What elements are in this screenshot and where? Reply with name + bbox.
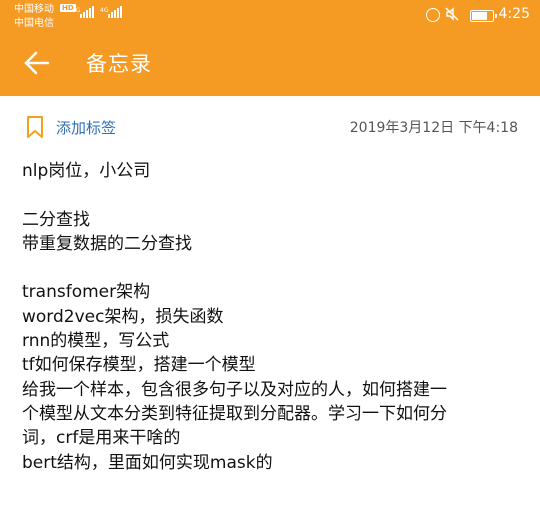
battery-icon (470, 10, 497, 22)
bookmark-icon[interactable] (26, 116, 44, 138)
carrier-info: 中国移动 中国电信 (14, 3, 54, 31)
back-button[interactable] (22, 48, 52, 78)
alarm-icon (426, 8, 440, 22)
note-line (22, 183, 522, 207)
note-date: 2019年3月12日 下午4:18 (349, 120, 518, 136)
mute-icon (444, 6, 460, 25)
arrow-left-icon (24, 51, 50, 75)
note-line: 个模型从文本分类到特征提取到分配器。学习一下如何分 (22, 403, 447, 424)
tag-row: 添加标签 2019年3月12日 下午4:18 (0, 108, 540, 148)
note-line: transfomer架构 (22, 282, 151, 303)
note-line: word2vec架构，损失函数 (22, 306, 224, 327)
status-bar: 中国移动 中国电信 HD 4G 4G 4:25 (0, 0, 540, 34)
carrier-2: 中国电信 (14, 18, 54, 29)
status-time: 4:25 (498, 6, 530, 22)
signal-icon (108, 6, 123, 18)
carrier-1: 中国移动 (14, 4, 54, 15)
app-header: 中国移动 中国电信 HD 4G 4G 4:25 备忘录 (0, 0, 540, 96)
note-line: nlp岗位，小公司 (22, 161, 151, 181)
signal-icon (80, 6, 95, 18)
note-line: rnn的模型，写公式 (22, 331, 170, 352)
note-line: 带重复数据的二分查找 (22, 233, 192, 254)
note-line: tf如何保存模型，搭建一个模型 (22, 355, 256, 376)
note-line: bert结构，里面如何实现mask的 (22, 452, 273, 473)
note-line: 词，crf是用来干啥的 (22, 428, 181, 449)
note-line (22, 256, 522, 280)
note-content[interactable]: nlp岗位，小公司 二分查找 带重复数据的二分查找 transfomer架构 w… (22, 159, 522, 475)
page-title: 备忘录 (86, 52, 152, 76)
add-tag-button[interactable]: 添加标签 (56, 118, 116, 138)
note-line: 给我一个样本，包含很多句子以及对应的人，如何搭建一 (22, 379, 447, 400)
note-line: 二分查找 (22, 209, 90, 230)
